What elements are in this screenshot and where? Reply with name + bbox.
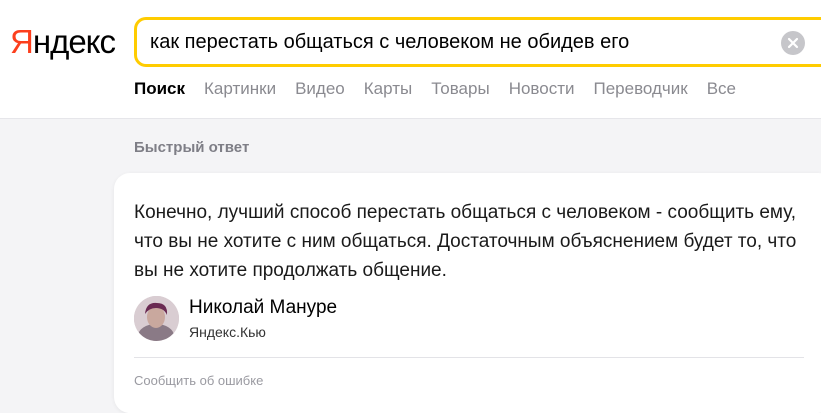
yandex-logo[interactable]: Яндекс bbox=[10, 22, 116, 62]
tab-search[interactable]: Поиск bbox=[134, 79, 185, 103]
close-icon bbox=[787, 37, 799, 49]
header: Яндекс Поиск Картинки Видео Карты Товары… bbox=[0, 0, 821, 119]
tab-maps[interactable]: Карты bbox=[364, 79, 412, 103]
answer-text: Конечно, лучший способ перестать общатьс… bbox=[134, 202, 797, 281]
avatar[interactable] bbox=[134, 296, 179, 341]
quick-answer-card: Конечно, лучший способ перестать общатьс… bbox=[114, 173, 821, 413]
tab-video[interactable]: Видео bbox=[295, 79, 345, 103]
tab-all[interactable]: Все bbox=[707, 79, 736, 103]
clear-search-button[interactable] bbox=[781, 31, 805, 55]
avatar-image bbox=[134, 296, 179, 341]
search-tabs: Поиск Картинки Видео Карты Товары Новост… bbox=[134, 79, 736, 103]
author-source[interactable]: Яндекс.Кью bbox=[189, 324, 266, 340]
quick-answer-heading: Быстрый ответ bbox=[134, 139, 250, 156]
tab-images[interactable]: Картинки bbox=[204, 79, 276, 103]
divider bbox=[134, 357, 804, 358]
author-name[interactable]: Николай Мануре bbox=[189, 297, 337, 319]
logo-rest: ндекс bbox=[32, 23, 116, 60]
tab-products[interactable]: Товары bbox=[431, 79, 489, 103]
search-input[interactable] bbox=[150, 29, 760, 55]
tab-translator[interactable]: Переводчик bbox=[594, 79, 688, 103]
tab-news[interactable]: Новости bbox=[509, 79, 575, 103]
logo-first-letter: Я bbox=[10, 23, 34, 60]
report-error-link[interactable]: Сообщить об ошибке bbox=[134, 373, 263, 388]
search-box bbox=[134, 17, 821, 67]
